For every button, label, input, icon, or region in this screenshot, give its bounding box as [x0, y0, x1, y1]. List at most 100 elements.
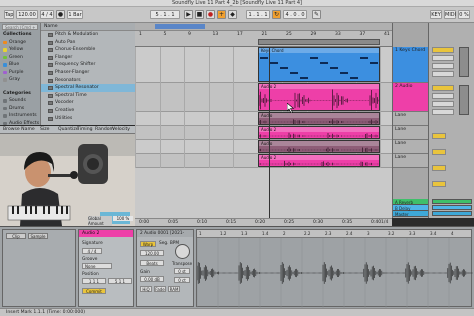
browser-item[interactable]: Phaser-Flanger [41, 69, 135, 77]
loop-length-field[interactable]: 4 . 0 . 0 [283, 10, 307, 19]
track-lane[interactable]: Audio 2 [135, 154, 392, 168]
clip-title[interactable]: Audio 2 [79, 230, 133, 237]
collection-item[interactable]: Orange [0, 39, 40, 47]
track-header[interactable]: Lane [393, 112, 429, 126]
track-lane[interactable]: Audio [135, 112, 392, 126]
browser-item[interactable]: Spectral Resonator [41, 84, 135, 92]
groove-column-header[interactable]: Size [40, 126, 49, 134]
commit-button[interactable]: Commit [82, 288, 106, 294]
metronome-interval[interactable]: 1 Bar [67, 10, 83, 19]
mixer-control[interactable] [432, 101, 454, 107]
loop-brace[interactable] [258, 39, 380, 45]
browser-item[interactable]: Chorus-Ensemble [41, 46, 135, 54]
midi-map-button[interactable]: MIDI [444, 10, 456, 19]
tempo-field[interactable]: 120.00 [16, 10, 38, 19]
tap-button[interactable]: Tap [4, 10, 14, 19]
volume-fader[interactable] [459, 85, 469, 115]
category-item[interactable]: Drums [0, 105, 40, 113]
detune-value[interactable]: 0 ct [174, 277, 190, 283]
mixer-control[interactable] [432, 109, 454, 115]
browser-item[interactable]: Utilities [41, 115, 135, 123]
track-header[interactable]: 1 Keys Chord [393, 47, 429, 83]
browser-item[interactable]: Frequency Shifter [41, 61, 135, 69]
collection-item[interactable]: Green [0, 54, 40, 62]
browser-item[interactable]: Creative [41, 107, 135, 115]
play-icon[interactable]: ▶ [184, 10, 193, 19]
browser-item[interactable]: Pitch & Modulation [41, 31, 135, 39]
collection-item[interactable]: Purple [0, 69, 40, 77]
track-header[interactable]: Lane [393, 140, 429, 154]
track-header[interactable]: Lane [393, 126, 429, 140]
return-mixer-strip[interactable] [432, 205, 472, 210]
automation-arm-icon[interactable]: ◆ [228, 10, 237, 19]
draw-mode-icon[interactable]: ✎ [312, 10, 321, 19]
key-map-button[interactable]: KEY [430, 10, 442, 19]
name-column-header[interactable]: Name [41, 23, 135, 31]
loop-start-field[interactable]: 1 . 1 . 1 [246, 10, 270, 19]
warp-mode-select[interactable]: Beats [140, 260, 164, 266]
sample-editor[interactable]: 1 1.2 1.3 1.4 2 2.2 2.3 2.4 3 3.2 3.3 3.4 4 [196, 229, 474, 308]
sample-waveform[interactable] [196, 238, 474, 308]
mixer-control[interactable] [432, 85, 454, 91]
browser-item[interactable]: Flanger [41, 54, 135, 62]
track-activator[interactable] [432, 181, 446, 187]
groove-column-header[interactable]: Timing [77, 126, 93, 134]
volume-fader[interactable] [459, 47, 469, 77]
browser-item[interactable]: Resonators [41, 77, 135, 85]
track-header[interactable]: Lane [393, 154, 429, 168]
browser-item[interactable]: Vocoder [41, 99, 135, 107]
browser-item[interactable]: Spectral Time [41, 92, 135, 100]
gain-value[interactable]: 0.00 dB [140, 276, 164, 282]
fade-button[interactable]: Fade [154, 286, 166, 292]
mixer-control[interactable] [432, 63, 454, 69]
track-lane[interactable]: Audio 2 [135, 126, 392, 140]
track-activator[interactable] [432, 149, 446, 155]
groove-column-header[interactable]: Browse Name [3, 126, 35, 134]
collection-item[interactable]: Blue [0, 61, 40, 69]
arrangement-ruler[interactable]: 1 5 9 13 17 21 25 29 33 37 41 [135, 23, 392, 47]
arrangement-position[interactable]: 5 . 1 . 1 [150, 10, 180, 19]
mixer-control[interactable] [432, 93, 454, 99]
signature-value[interactable]: 4 / 4 [82, 248, 102, 254]
collection-item[interactable]: Yellow [0, 46, 40, 54]
groove-select[interactable]: None [82, 263, 112, 269]
sample-tab[interactable]: Sample [28, 233, 48, 239]
hiq-button[interactable]: HiQ [140, 286, 152, 292]
return-mixer-strip[interactable] [432, 199, 472, 204]
groove-column-header[interactable]: Quantize [58, 126, 79, 134]
arrangement-clip[interactable]: Audio 2 [258, 126, 380, 139]
metronome-icon[interactable]: ● [56, 10, 65, 19]
arrangement-clip[interactable]: Audio 2 [258, 154, 380, 167]
browser-item[interactable]: Auto Pan [41, 39, 135, 47]
groove-column-header[interactable]: Velocity [112, 126, 130, 134]
start-value[interactable]: 1 1 1 [82, 278, 106, 284]
stop-icon[interactable]: ■ [195, 10, 204, 19]
track-header[interactable]: 2 Audio [393, 83, 429, 112]
mixer-control[interactable] [432, 55, 454, 61]
track-lane[interactable]: Audio [135, 140, 392, 154]
arrangement-clip[interactable]: Audio 2 [258, 83, 380, 111]
arrangement-clip[interactable]: Audio [258, 112, 380, 125]
seg-bpm-value[interactable]: 120.00 [140, 250, 164, 256]
track-lane[interactable]: Audio 2 [135, 83, 392, 112]
arrangement-clip[interactable]: Keys Chord [258, 47, 380, 82]
browser-search-input[interactable]: Search (Cmd + F) [2, 24, 38, 35]
groove-amount-value[interactable]: 100 % [113, 216, 133, 221]
category-item[interactable]: Instruments [0, 112, 40, 120]
transpose-value[interactable]: 0 st [174, 268, 190, 274]
return-mixer-strip[interactable] [432, 211, 472, 216]
transpose-knob[interactable] [175, 244, 190, 259]
record-icon[interactable]: ● [206, 10, 215, 19]
ram-button[interactable]: RAM [168, 286, 180, 292]
mixer-control[interactable] [432, 71, 454, 77]
warp-button[interactable]: Warp [140, 241, 156, 247]
clip-tab[interactable]: Clip [6, 233, 26, 239]
sample-name[interactable]: 2 Audio 0001 [2021- [137, 230, 193, 237]
end-value[interactable]: 5 1 1 [108, 278, 132, 284]
track-activator[interactable] [432, 133, 446, 139]
collection-item[interactable]: Gray [0, 76, 40, 84]
track-activator[interactable] [432, 165, 446, 171]
signature-field[interactable]: 4 / 4 [40, 10, 54, 19]
return-track-header[interactable]: Master [393, 211, 429, 217]
loop-switch-icon[interactable]: ↻ [272, 10, 281, 19]
